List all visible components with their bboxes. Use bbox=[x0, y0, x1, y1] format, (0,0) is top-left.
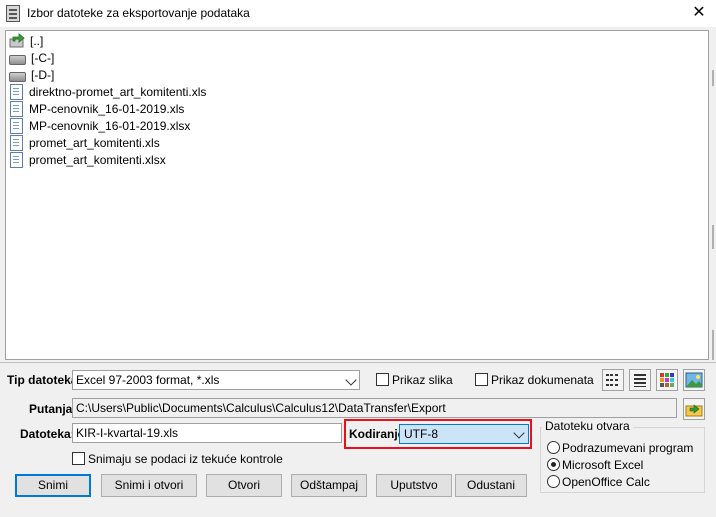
show-documents-checkbox[interactable] bbox=[475, 373, 488, 386]
radio-openoffice-calc[interactable] bbox=[547, 475, 560, 488]
show-images-checkbox[interactable] bbox=[376, 373, 389, 386]
file-name: promet_art_komitenti.xls bbox=[29, 135, 160, 150]
window-title: Izbor datoteke za eksportovanje podataka bbox=[27, 6, 250, 20]
document-icon bbox=[10, 100, 23, 117]
browse-folder-button[interactable] bbox=[683, 398, 705, 420]
document-icon bbox=[10, 117, 23, 134]
close-icon[interactable]: ✕ bbox=[689, 4, 709, 22]
show-documents-label: Prikaz dokumenata bbox=[491, 373, 594, 387]
background-window-edge bbox=[712, 225, 714, 249]
thumbnail-view-button[interactable] bbox=[656, 369, 678, 391]
radio-default-program[interactable] bbox=[547, 441, 560, 454]
document-icon bbox=[10, 134, 23, 151]
list-item[interactable]: MP-cenovnik_16-01-2019.xls bbox=[9, 100, 184, 117]
save-and-open-button[interactable]: Snimi i otvori bbox=[101, 474, 197, 497]
save-from-current-checkbox[interactable] bbox=[72, 452, 85, 465]
filetype-value: Excel 97-2003 format, *.xls bbox=[76, 373, 220, 387]
background-window-edge bbox=[712, 70, 714, 86]
radio-microsoft-excel[interactable] bbox=[547, 458, 560, 471]
image-preview-button[interactable] bbox=[683, 369, 705, 391]
file-name: MP-cenovnik_16-01-2019.xlsx bbox=[29, 118, 191, 133]
encoding-value: UTF-8 bbox=[404, 427, 438, 441]
background-window-edge bbox=[712, 330, 714, 360]
file-name: [-D-] bbox=[31, 67, 55, 82]
list-item[interactable]: [-D-] bbox=[9, 66, 54, 83]
file-name-value: KIR-I-kvartal-19.xls bbox=[76, 426, 179, 440]
drive-icon bbox=[9, 72, 26, 82]
up-folder-icon bbox=[9, 33, 25, 48]
radio-openoffice-calc-label: OpenOffice Calc bbox=[562, 475, 650, 489]
save-button[interactable]: Snimi bbox=[15, 474, 91, 497]
app-icon bbox=[6, 5, 20, 22]
thumbnail-view-icon bbox=[660, 373, 674, 387]
list-item[interactable]: [..] bbox=[9, 32, 43, 49]
show-images-label: Prikaz slika bbox=[392, 373, 453, 387]
list-item[interactable]: [-C-] bbox=[9, 49, 54, 66]
encoding-select[interactable]: UTF-8 bbox=[399, 424, 529, 444]
folder-up-icon bbox=[685, 404, 703, 417]
document-icon bbox=[10, 83, 23, 100]
chevron-down-icon bbox=[345, 374, 357, 386]
file-name: direktno-promet_art_komitenti.xls bbox=[29, 84, 207, 99]
filetype-label: Tip datoteka: bbox=[7, 373, 82, 387]
save-from-current-label: Snimaju se podaci iz tekuće kontrole bbox=[88, 452, 283, 466]
file-label: Datoteka: bbox=[20, 427, 75, 441]
print-button[interactable]: Odštampaj bbox=[291, 474, 367, 497]
details-view-icon bbox=[634, 374, 646, 387]
image-icon bbox=[685, 372, 703, 388]
file-name-input[interactable]: KIR-I-kvartal-19.xls bbox=[72, 423, 342, 443]
file-list[interactable]: [..] [-C-] [-D-] direktno-promet_art_kom… bbox=[5, 30, 709, 360]
cancel-button[interactable]: Odustani bbox=[455, 474, 527, 497]
chevron-down-icon bbox=[513, 427, 525, 439]
list-item[interactable]: promet_art_komitenti.xls bbox=[9, 134, 160, 151]
list-view-button[interactable] bbox=[602, 369, 624, 391]
filetype-select[interactable]: Excel 97-2003 format, *.xls bbox=[72, 370, 360, 390]
document-icon bbox=[10, 151, 23, 168]
path-label: Putanja: bbox=[29, 402, 77, 416]
divider bbox=[0, 362, 716, 363]
list-view-icon bbox=[606, 374, 618, 386]
open-button[interactable]: Otvori bbox=[206, 474, 282, 497]
list-item[interactable]: MP-cenovnik_16-01-2019.xlsx bbox=[9, 117, 190, 134]
file-name: [-C-] bbox=[31, 50, 55, 65]
details-view-button[interactable] bbox=[629, 369, 651, 391]
open-with-title: Datoteku otvara bbox=[542, 419, 633, 433]
file-name: promet_art_komitenti.xlsx bbox=[29, 152, 166, 167]
title-bar: Izbor datoteke za eksportovanje podataka… bbox=[0, 0, 716, 27]
list-item[interactable]: direktno-promet_art_komitenti.xls bbox=[9, 83, 206, 100]
list-item[interactable]: promet_art_komitenti.xlsx bbox=[9, 151, 166, 168]
help-button[interactable]: Uputstvo bbox=[376, 474, 452, 497]
radio-microsoft-excel-label: Microsoft Excel bbox=[562, 458, 644, 472]
file-name: [..] bbox=[30, 33, 44, 48]
drive-icon bbox=[9, 55, 26, 65]
path-value: C:\Users\Public\Documents\Calculus\Calcu… bbox=[76, 401, 446, 415]
file-name: MP-cenovnik_16-01-2019.xls bbox=[29, 101, 185, 116]
path-field: C:\Users\Public\Documents\Calculus\Calcu… bbox=[72, 398, 677, 418]
radio-default-program-label: Podrazumevani program bbox=[562, 441, 694, 455]
